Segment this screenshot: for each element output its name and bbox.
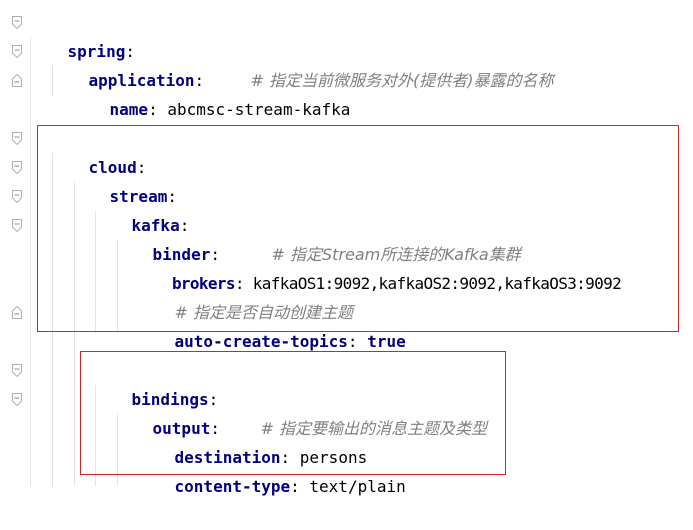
yaml-colon: : [347,332,358,351]
fold-open-icon[interactable] [12,219,22,232]
fold-close-icon[interactable] [12,74,22,87]
yaml-colon: : [148,100,158,119]
fold-open-icon[interactable] [12,16,22,29]
fold-open-icon[interactable] [12,161,22,174]
code-comment-line: # 指定Stream所连接的Kafka集群 [233,211,521,264]
code-line[interactable]: spring: [29,8,135,61]
code-line[interactable]: bindings: [93,356,219,409]
code-line[interactable]: destination: persons [136,414,368,467]
fold-open-icon[interactable] [12,190,22,203]
code-line[interactable]: name: abcmsc-stream-kafka [71,66,351,119]
code-line[interactable]: binder: [114,211,220,264]
code-line[interactable]: application: [50,37,205,90]
code-line[interactable]: output: [114,385,220,438]
code-comment-line[interactable]: # 指定是否自动创建主题 [136,269,354,322]
code-comment-line: # 指定要输出的消息主题及类型 [222,385,488,438]
code-line[interactable]: brokers: kafkaOS1:9092,kafkaOS2:9092,kaf… [136,240,622,293]
code-line[interactable]: content-type: text/plain [136,443,406,496]
yaml-value: true [367,332,406,351]
fold-open-icon[interactable] [12,393,22,406]
code-line[interactable]: stream: [71,153,177,206]
fold-open-icon[interactable] [12,364,22,377]
code-comment-line: # 指定当前微服务对外(提供者)暴露的名称 [212,37,554,90]
yaml-value: text/plain [309,477,406,496]
yaml-key: name [109,100,149,119]
fold-open-icon[interactable] [12,132,22,145]
editor-gutter [0,0,26,486]
yaml-colon: : [290,477,300,496]
code-line[interactable]: auto-create-topics: true [136,298,406,351]
yaml-key: content-type [174,477,291,496]
indent-guide [30,37,31,486]
fold-open-icon[interactable] [12,45,22,58]
code-line[interactable]: kafka: [93,182,190,235]
code-line[interactable]: cloud: [50,124,147,177]
code-editor[interactable]: spring: application: # 指定当前微服务对外(提供者)暴露的… [0,0,693,496]
yaml-value: abcmsc-stream-kafka [167,100,351,119]
fold-close-icon[interactable] [12,306,22,319]
yaml-key: auto-create-topics [174,332,348,351]
